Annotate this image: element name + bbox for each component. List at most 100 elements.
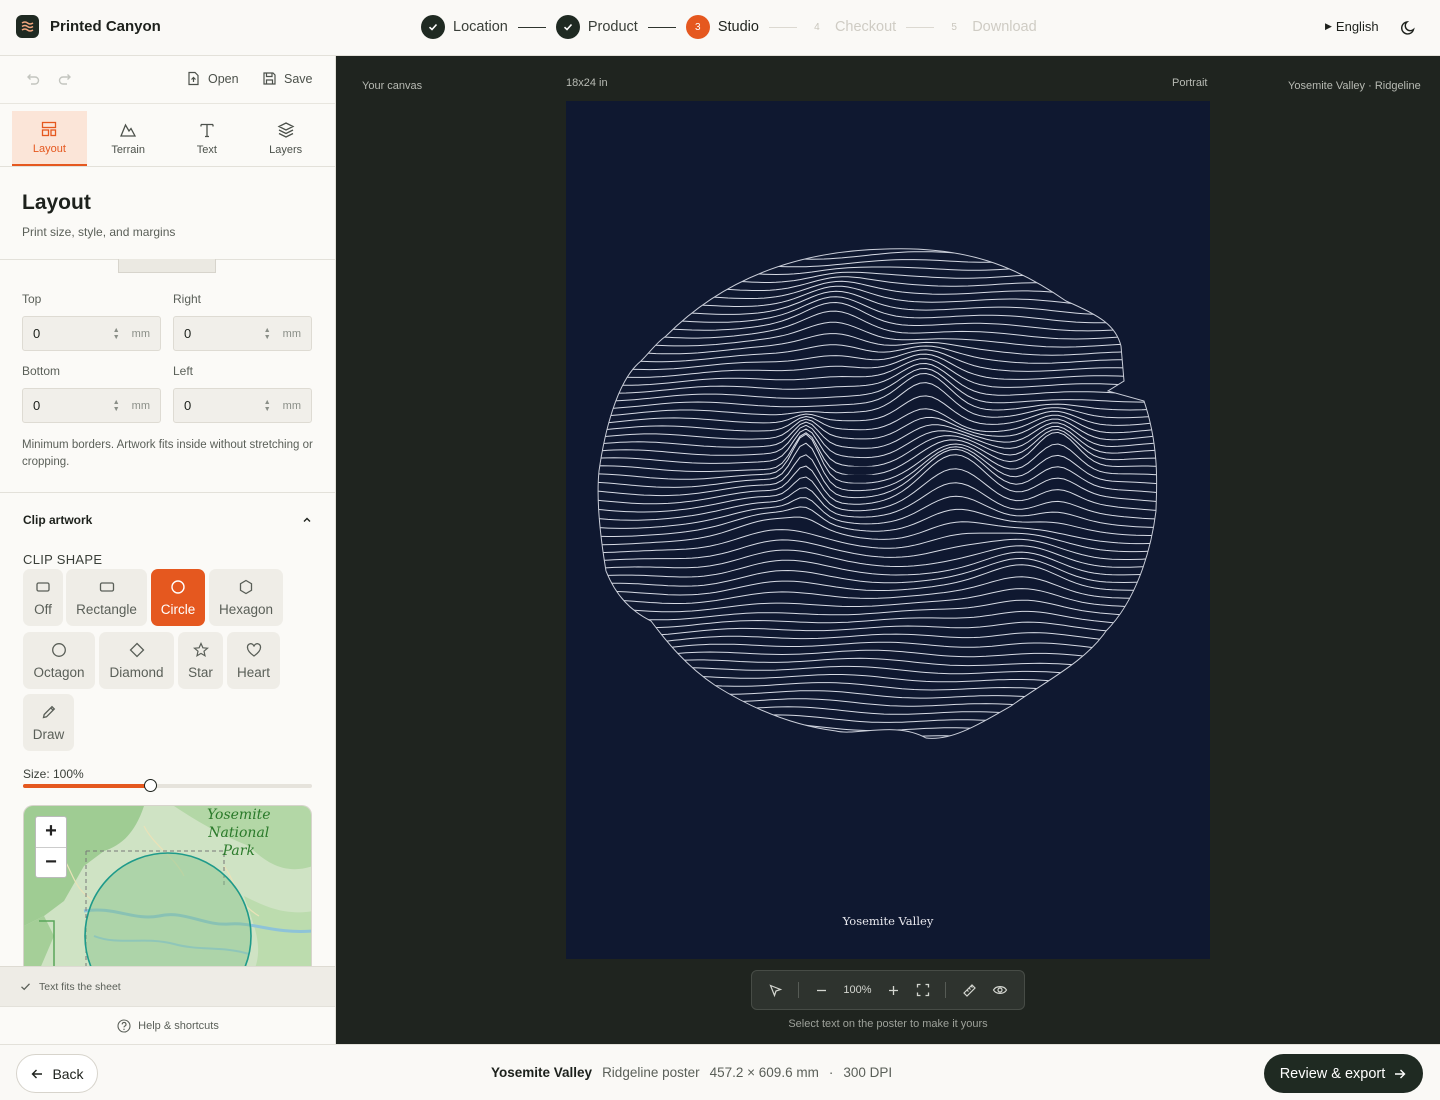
tab-terrain[interactable]: Terrain — [91, 111, 166, 166]
brand-name: Printed Canyon — [50, 18, 161, 35]
shape-rectangle-button[interactable]: Rectangle — [66, 569, 147, 626]
zoom-out-icon[interactable] — [815, 984, 828, 997]
poster-preview[interactable]: Yosemite Valley — [566, 101, 1210, 959]
shape-heart-button[interactable]: Heart — [227, 632, 280, 689]
panel-tabs: Layout Terrain Text Layers — [0, 104, 335, 167]
ridge-line — [598, 250, 1157, 260]
margin-right-input[interactable]: 0 ▲ ▼ mm — [173, 316, 312, 351]
shape-diamond-button[interactable]: Diamond — [99, 632, 174, 689]
tab-layers[interactable]: Layers — [248, 111, 323, 166]
order-summary: Yosemite Valley Ridgeline poster 457.2 ×… — [491, 1065, 892, 1080]
map-park-label: Yosemite National Park — [207, 807, 271, 859]
shape-hexagon-button[interactable]: Hexagon — [209, 569, 283, 626]
design-name-label: Yosemite Valley · Ridgeline — [1288, 80, 1421, 92]
step-label: Checkout — [834, 19, 897, 35]
ridge-line — [598, 657, 1157, 669]
back-button[interactable]: Back — [16, 1054, 98, 1093]
tab-label: Terrain — [111, 144, 145, 156]
shape-off-button[interactable]: Off — [23, 569, 63, 626]
summary-dpi: 300 DPI — [843, 1065, 893, 1080]
ruler-icon[interactable] — [962, 983, 977, 998]
top-bar: Printed Canyon Location Product 3 Studio… — [0, 0, 1440, 56]
review-export-button[interactable]: Review & export — [1264, 1054, 1423, 1093]
step-label: Location — [453, 19, 508, 35]
margin-top-input[interactable]: 0 ▲ ▼ mm — [22, 316, 161, 351]
ridge-line — [596, 739, 1172, 747]
margin-left-input[interactable]: 0 ▲ ▼ mm — [173, 388, 312, 423]
tab-label: Layers — [269, 144, 303, 156]
zoom-in-icon[interactable] — [887, 984, 900, 997]
brand[interactable]: Printed Canyon — [16, 15, 161, 38]
check-icon — [421, 15, 445, 39]
save-label: Save — [284, 71, 313, 86]
ridge-line — [598, 690, 1157, 701]
redo-icon[interactable] — [57, 71, 74, 88]
language-selector[interactable]: ▶ English — [1325, 19, 1379, 34]
fit-status-text: Text fits the sheet — [39, 980, 121, 993]
save-button[interactable]: Save — [262, 71, 313, 86]
progress-steps: Location Product 3 Studio 4 Checkout 5 D… — [421, 15, 1037, 39]
stepper-icon[interactable]: ▲ ▼ — [113, 399, 120, 413]
zoom-level: 100% — [843, 984, 872, 996]
fit-screen-icon[interactable] — [916, 983, 930, 997]
moon-icon[interactable] — [1400, 19, 1417, 36]
slider-thumb[interactable] — [144, 779, 158, 792]
clip-minimap[interactable]: + − Yosemite National Park — [23, 805, 312, 970]
step-number: 4 — [814, 21, 820, 33]
open-label: Open — [208, 71, 239, 86]
eye-icon[interactable] — [992, 982, 1008, 998]
clip-title: Clip artwork — [23, 513, 93, 527]
step-studio[interactable]: 3 Studio — [685, 15, 759, 39]
left-panel: Open Save Layout Terrain Text Layers Lay… — [0, 56, 336, 1044]
chevron-up-icon — [303, 517, 311, 522]
clip-size-slider[interactable] — [23, 779, 312, 792]
summary-separator: · — [828, 1065, 834, 1080]
shape-circle-button[interactable]: Circle — [151, 569, 205, 626]
step-checkout: 4 Checkout — [807, 15, 896, 39]
margin-bottom-label: Bottom — [22, 364, 61, 378]
stepper-icon[interactable]: ▲ ▼ — [264, 327, 271, 341]
undo-icon[interactable] — [24, 71, 41, 88]
canvas-label: Your canvas — [362, 80, 423, 92]
step-label: Download — [972, 19, 1037, 35]
pencil-icon — [42, 705, 55, 718]
zoom-out-button[interactable]: − — [36, 848, 66, 878]
open-button[interactable]: Open — [186, 71, 239, 86]
shape-octagon-button[interactable]: Octagon — [23, 632, 95, 689]
step-connector — [517, 26, 546, 28]
check-icon — [555, 15, 580, 39]
canvas-orientation-label: Portrait — [1172, 77, 1208, 89]
clip-artwork-header[interactable]: Clip artwork — [23, 513, 313, 527]
shape-star-button[interactable]: Star — [178, 632, 223, 689]
heart-icon — [246, 642, 261, 657]
shape-draw-button[interactable]: Draw — [23, 694, 74, 751]
tab-text[interactable]: Text — [170, 111, 245, 166]
canvas-area: Your canvas 18x24 in Portrait Yosemite V… — [336, 56, 1440, 1044]
ridge-line — [598, 706, 1157, 716]
step-location[interactable]: Location — [421, 15, 508, 39]
zoom-in-button[interactable]: + — [36, 817, 66, 848]
ridge-line — [598, 665, 1157, 677]
mountain-icon — [120, 123, 137, 137]
rectangle-icon — [99, 581, 114, 592]
step-download: 5 Download — [944, 15, 1037, 39]
view-toolbar: 100% — [751, 970, 1025, 1010]
octagon-icon — [52, 642, 66, 657]
poster-title-text[interactable]: Yosemite Valley — [566, 914, 1210, 928]
stepper-icon[interactable]: ▲ ▼ — [113, 327, 120, 341]
step-product[interactable]: Product — [555, 15, 638, 39]
section-title: Layout — [22, 191, 91, 214]
check-icon — [21, 983, 30, 991]
slider-fill — [23, 784, 151, 788]
margin-left-label: Left — [173, 364, 194, 378]
tab-label: Text — [196, 144, 217, 156]
stepper-icon[interactable]: ▲ ▼ — [264, 399, 271, 413]
save-icon — [263, 72, 276, 85]
tab-layout[interactable]: Layout — [12, 111, 87, 166]
margin-bottom-input[interactable]: 0 ▲ ▼ mm — [22, 388, 161, 423]
help-shortcuts-link[interactable]: Help & shortcuts — [0, 1006, 335, 1044]
pointer-icon[interactable] — [768, 983, 783, 998]
help-circle-icon — [117, 1018, 131, 1033]
panel-toolbar: Open Save — [0, 56, 335, 104]
summary-dimensions: 457.2 × 609.6 mm — [709, 1065, 819, 1080]
